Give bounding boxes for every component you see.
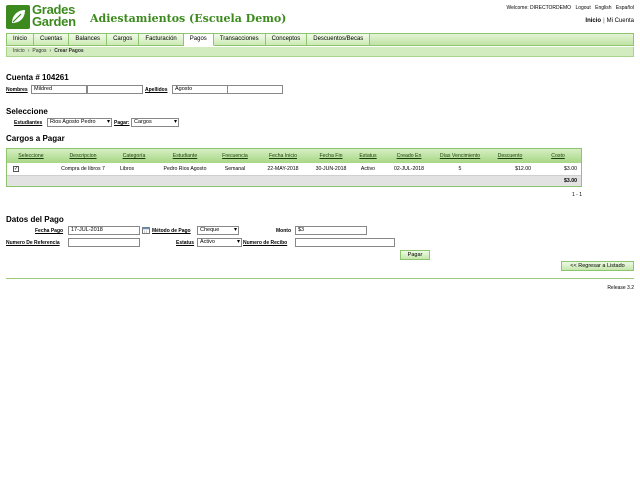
english-link[interactable]: English	[595, 5, 611, 11]
fecha-pago-label: Fecha Pago	[35, 228, 64, 234]
cargos-table: Seleccione Descripcion Categoría Estudia…	[6, 148, 582, 187]
metodo-pago-select[interactable]: Cheque	[197, 226, 239, 235]
cell-frecuencia: Semanal	[224, 166, 246, 172]
metodo-pago-label: Método de Pago	[152, 228, 191, 234]
col-creado-en[interactable]: Creado En	[383, 149, 435, 163]
table-total-row: $3.00	[7, 176, 581, 186]
cell-descuento: $12.00	[515, 166, 531, 172]
estudiantes-label: Estudiantes	[14, 120, 43, 126]
tab-descuentos-becas[interactable]: Descuentos/Becas	[307, 34, 371, 45]
estatus-select[interactable]: Activo	[197, 238, 242, 247]
nombres-label: Nombres	[6, 87, 28, 93]
col-categoria[interactable]: Categoría	[111, 149, 157, 163]
user-links: Inicio | Mi Cuenta	[585, 18, 634, 24]
fecha-pago-input[interactable]: 17-JUL-2018	[68, 226, 140, 235]
cell-categoria: Libros	[120, 166, 135, 172]
cell-estatus: Activo	[360, 166, 376, 172]
col-frecuencia[interactable]: Frecuencia	[213, 149, 257, 163]
header: Grades Garden Adiestamientos (Escuela De…	[0, 0, 640, 33]
col-descripcion[interactable]: Descripcion	[55, 149, 111, 163]
col-estatus[interactable]: Estatus	[353, 149, 383, 163]
estudiantes-select[interactable]: Rios Agosto Pedro	[47, 118, 112, 127]
tab-conceptos[interactable]: Conceptos	[265, 34, 308, 45]
mi-cuenta-link[interactable]: Mi Cuenta	[607, 18, 634, 24]
col-seleccione[interactable]: Seleccione	[7, 149, 55, 163]
breadcrumb-inicio[interactable]: Inicio	[13, 48, 25, 54]
apellidos-label: Apellidos	[145, 87, 168, 93]
table-row: ✓ Compra de libros 7 Libros Pedro Rios A…	[7, 163, 581, 176]
top-links: Welcome: DIRECTORDEMO Logout English Esp…	[504, 5, 635, 11]
footer-divider	[6, 278, 634, 279]
estatus-label: Estatus	[176, 240, 195, 246]
welcome-text: Welcome: DIRECTORDEMO	[506, 5, 572, 11]
cell-dias-vencimiento: 5	[458, 166, 462, 172]
monto-label: Monto	[276, 228, 291, 234]
nombres-input[interactable]: Mildred	[31, 85, 87, 94]
breadcrumb-separator: ›	[49, 48, 52, 54]
col-descuento[interactable]: Descuento	[485, 149, 535, 163]
monto-input[interactable]: $3	[295, 226, 367, 235]
tab-pagos[interactable]: Pagos	[183, 34, 214, 46]
cell-fecha-fin: 30-JUN-2018	[315, 166, 347, 172]
numero-referencia-label: Numero De Referencia	[6, 240, 60, 246]
cargos-title: Cargos a Pagar	[6, 134, 65, 143]
calendar-icon[interactable]	[142, 226, 150, 234]
tab-inicio[interactable]: Inicio	[7, 34, 35, 45]
pagar-label: Pagar:	[114, 120, 130, 126]
inicio-link[interactable]: Inicio	[585, 18, 601, 24]
pagar-button[interactable]: Pagar	[400, 250, 430, 260]
table-header: Seleccione Descripcion Categoría Estudia…	[7, 149, 581, 163]
breadcrumb-pagos[interactable]: Pagos	[32, 48, 46, 54]
release-text: Release 3.2	[607, 285, 634, 291]
logo-leaf-icon	[6, 5, 30, 29]
breadcrumb: Inicio › Pagos › Crear Pagos	[6, 47, 634, 57]
pago-title: Datos del Pago	[6, 215, 64, 224]
tab-transacciones[interactable]: Transacciones	[213, 34, 266, 45]
apellidos-input-2[interactable]	[227, 85, 283, 94]
seleccione-title: Seleccione	[6, 107, 48, 116]
cuenta-title: Cuenta # 104261	[6, 73, 69, 82]
cell-costo: $3.00	[564, 166, 577, 172]
col-fecha-fin[interactable]: Fecha Fin	[309, 149, 353, 163]
regresar-listado-button[interactable]: << Regresar a Listado	[561, 261, 634, 271]
table-pager: 1 - 1	[572, 192, 583, 198]
logo-text: Grades Garden	[32, 3, 76, 29]
row-select-cell: ✓	[7, 163, 55, 175]
app-title: Adiestamientos (Escuela Demo)	[90, 12, 287, 25]
pagar-select[interactable]: Cargos	[131, 118, 179, 127]
col-fecha-inicio[interactable]: Fecha Inicio	[257, 149, 309, 163]
col-dias-vencimiento[interactable]: Días Vencimiento	[435, 149, 485, 163]
numero-recibo-label: Numero de Recibo	[243, 240, 288, 246]
apellidos-input[interactable]: Agosto	[172, 85, 228, 94]
cell-estudiante: Pedro Rios Agosto	[163, 166, 207, 172]
tab-cuentas[interactable]: Cuentas	[34, 34, 70, 45]
cell-creado-en: 02-JUL-2018	[394, 166, 424, 172]
cell-descripcion: Compra de libros 7	[61, 166, 105, 172]
total-spacer	[7, 176, 535, 186]
logo-line2: Garden	[32, 14, 76, 29]
cell-fecha-inicio: 22-MAY-2018	[267, 166, 299, 172]
numero-recibo-input[interactable]	[295, 238, 395, 247]
numero-referencia-input[interactable]	[68, 238, 140, 247]
user-links-separator: |	[603, 18, 605, 24]
row-checkbox[interactable]: ✓	[13, 165, 19, 172]
logout-link[interactable]: Logout	[575, 5, 590, 11]
tab-balances[interactable]: Balances	[69, 34, 108, 45]
col-costo[interactable]: Costo	[535, 149, 581, 163]
espanol-link[interactable]: Español	[616, 5, 634, 11]
nombres-input-2[interactable]	[87, 85, 143, 94]
tab-cargos[interactable]: Cargos	[107, 34, 140, 45]
breadcrumb-crear-pagos: Crear Pagos	[54, 48, 84, 54]
main-nav: Inicio Cuentas Balances Cargos Facturaci…	[6, 33, 634, 46]
col-estudiante[interactable]: Estudiante	[157, 149, 213, 163]
breadcrumb-separator: ›	[27, 48, 30, 54]
tab-facturacion[interactable]: Facturación	[139, 34, 184, 45]
total-costo: $3.00	[564, 178, 577, 184]
